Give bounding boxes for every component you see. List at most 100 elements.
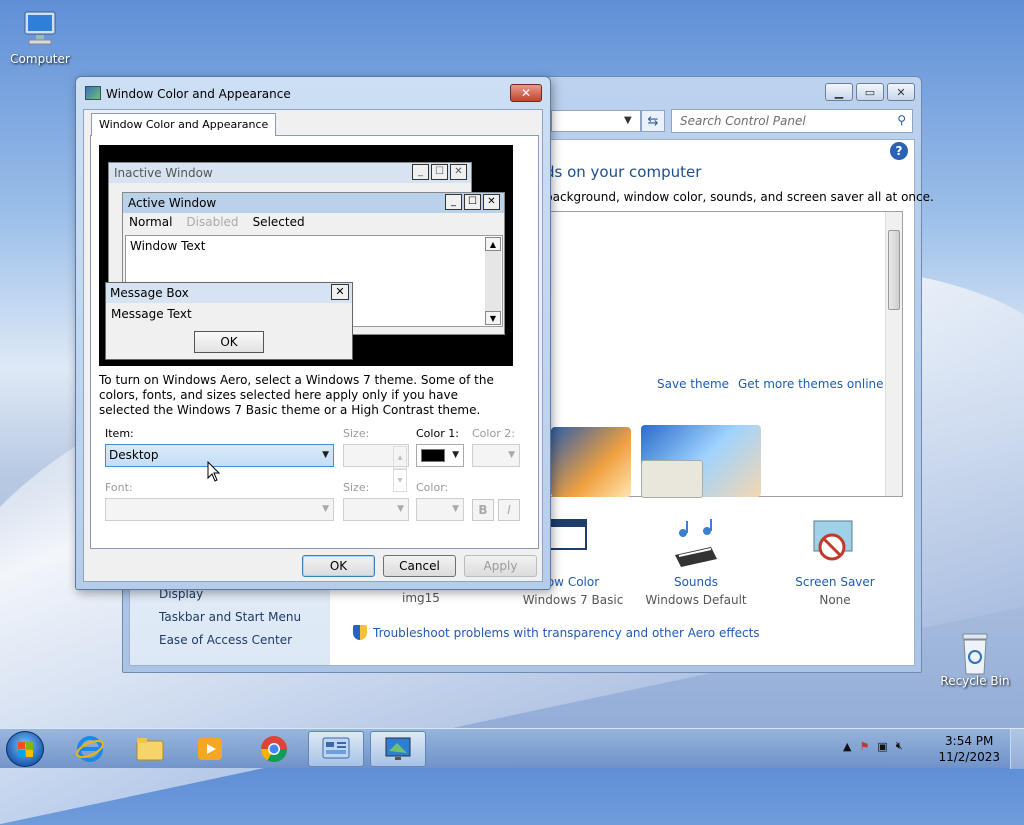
chevron-down-icon: ▼ (397, 504, 404, 514)
chevron-up-icon[interactable]: ▲ (843, 740, 851, 753)
chevron-down-icon[interactable]: ▼ (624, 115, 632, 126)
chevron-down-icon: ▼ (452, 504, 459, 514)
font-label: Font: (105, 481, 133, 494)
apply-button[interactable]: Apply (464, 555, 537, 577)
mouse-cursor-icon (207, 461, 221, 482)
item-size-field[interactable]: ▲ ▼ (343, 444, 409, 492)
sounds-item[interactable]: Sounds Windows Default (626, 519, 766, 607)
font-color-picker[interactable]: ▼ (416, 498, 464, 521)
sounds-icon (671, 519, 721, 569)
clock-date: 11/2/2023 (938, 750, 1000, 764)
taskbar-file-explorer[interactable] (122, 731, 178, 767)
minimize-icon: _ (445, 194, 462, 210)
ok-button[interactable]: OK (302, 555, 375, 577)
clock-time: 3:54 PM (945, 734, 994, 748)
message-box-label: Message Box (110, 286, 189, 300)
windows-logo-icon (18, 742, 33, 757)
message-text: Message Text (111, 307, 192, 321)
search-input[interactable]: Search Control Panel ⚲ (671, 109, 913, 133)
clock[interactable]: 3:54 PM 11/2/2023 (938, 733, 1000, 765)
computer-icon (19, 8, 61, 50)
themes-scrollbar[interactable] (885, 212, 902, 496)
desktop-icon-computer[interactable]: Computer (2, 8, 78, 66)
screen-saver-item[interactable]: Screen Saver None (765, 519, 905, 607)
font-color-label: Color: (416, 481, 449, 494)
chevron-down-icon: ▼ (508, 450, 515, 460)
close-button[interactable]: ✕ (887, 83, 915, 101)
minimize-button[interactable]: ▁ (825, 83, 853, 101)
inactive-caption-buttons: _ ☐ ✕ (412, 164, 467, 180)
font-size-select[interactable]: ▼ (343, 498, 409, 521)
dialog-app-icon (85, 86, 101, 100)
maximize-button[interactable]: ▭ (856, 83, 884, 101)
control-panel-icon (322, 737, 350, 759)
menu-selected: Selected (252, 215, 305, 229)
sounds-sub: Windows Default (645, 593, 747, 607)
bold-button[interactable]: B (472, 499, 494, 521)
save-theme-link[interactable]: Save theme (657, 377, 729, 391)
search-placeholder: Search Control Panel (680, 114, 806, 128)
close-icon: ✕ (331, 284, 349, 300)
page-heading: ds on your computer (545, 163, 702, 181)
inactive-window-label: Inactive Window (114, 166, 213, 180)
preview-menu-row: Normal Disabled Selected (123, 213, 504, 231)
search-icon[interactable]: ⚲ (897, 113, 906, 127)
color1-picker[interactable]: ▼ (416, 444, 464, 467)
desktop-icon-label: Computer (10, 52, 70, 66)
left-link-ease-of-access[interactable]: Ease of Access Center (159, 633, 292, 647)
scrollbar-thumb[interactable] (888, 230, 900, 310)
screen-saver-icon (810, 519, 860, 569)
troubleshoot-link[interactable]: Troubleshoot problems with transparency … (353, 625, 760, 640)
start-button[interactable] (6, 731, 44, 767)
desktop-background-sub: img15 (402, 591, 440, 605)
volume-muted-icon[interactable]: 🔇︎ (896, 739, 903, 753)
dialog-title: Window Color and Appearance (106, 87, 291, 101)
close-button[interactable]: ✕ (510, 84, 542, 102)
size-label: Size: (343, 427, 370, 440)
color2-picker[interactable]: ▼ (472, 444, 520, 467)
sounds-title: Sounds (673, 575, 719, 589)
message-box-ok: OK (194, 331, 264, 353)
taskbar-internet-explorer[interactable] (62, 731, 118, 767)
window-text-label: Window Text (130, 239, 206, 253)
screen-saver-sub: None (819, 593, 851, 607)
left-link-taskbar[interactable]: Taskbar and Start Menu (159, 610, 301, 624)
menu-disabled: Disabled (186, 215, 239, 229)
font-select[interactable]: ▼ (105, 498, 334, 521)
tab-window-color[interactable]: Window Color and Appearance (91, 113, 277, 136)
taskbar-chrome[interactable] (246, 731, 302, 767)
chevron-down-icon: ▼ (452, 450, 459, 460)
refresh-icon[interactable]: ⇆ (641, 110, 665, 132)
color1-label: Color 1: (416, 427, 459, 440)
caption-buttons: ▁ ▭ ✕ (825, 83, 915, 101)
active-window-label: Active Window (128, 196, 217, 210)
message-box-preview: Message Box ✕ Message Text OK (105, 282, 353, 360)
desktop-icon-recycle-bin[interactable]: Recycle Bin (937, 630, 1013, 688)
chevron-down-icon: ▼ (322, 504, 329, 514)
get-more-themes-link[interactable]: Get more themes online (738, 377, 884, 391)
inactive-window-title: Inactive Window _ ☐ ✕ (109, 163, 471, 183)
taskbar: ▲ ⚑ ▣ 🔇︎ 3:54 PM 11/2/2023 (0, 728, 1024, 769)
size-spinner[interactable]: ▲ ▼ (393, 446, 407, 492)
action-center-flag-icon[interactable]: ⚑ (859, 740, 869, 753)
taskbar-control-panel[interactable] (308, 731, 364, 767)
minimize-icon: _ (412, 164, 429, 180)
italic-button[interactable]: I (498, 499, 520, 521)
troubleshoot-label: Troubleshoot problems with transparency … (373, 625, 760, 640)
media-player-icon (198, 738, 222, 760)
taskbar-media-player[interactable] (182, 731, 238, 767)
taskbar-personalize[interactable] (370, 731, 426, 767)
network-icon[interactable]: ▣ (877, 740, 887, 753)
maximize-icon: ☐ (431, 164, 448, 180)
help-icon[interactable]: ? (890, 142, 908, 160)
show-desktop-button[interactable] (1010, 729, 1024, 769)
color1-swatch (421, 449, 445, 462)
menu-normal: Normal (129, 215, 173, 229)
theme-thumbnail[interactable] (551, 427, 631, 497)
cancel-button[interactable]: Cancel (383, 555, 456, 577)
shield-icon (353, 625, 367, 640)
internet-explorer-icon (76, 736, 104, 762)
desktop-icon-label: Recycle Bin (940, 674, 1010, 688)
recycle-bin-icon (954, 630, 996, 675)
theme-thumbnail-overlay (641, 460, 703, 498)
